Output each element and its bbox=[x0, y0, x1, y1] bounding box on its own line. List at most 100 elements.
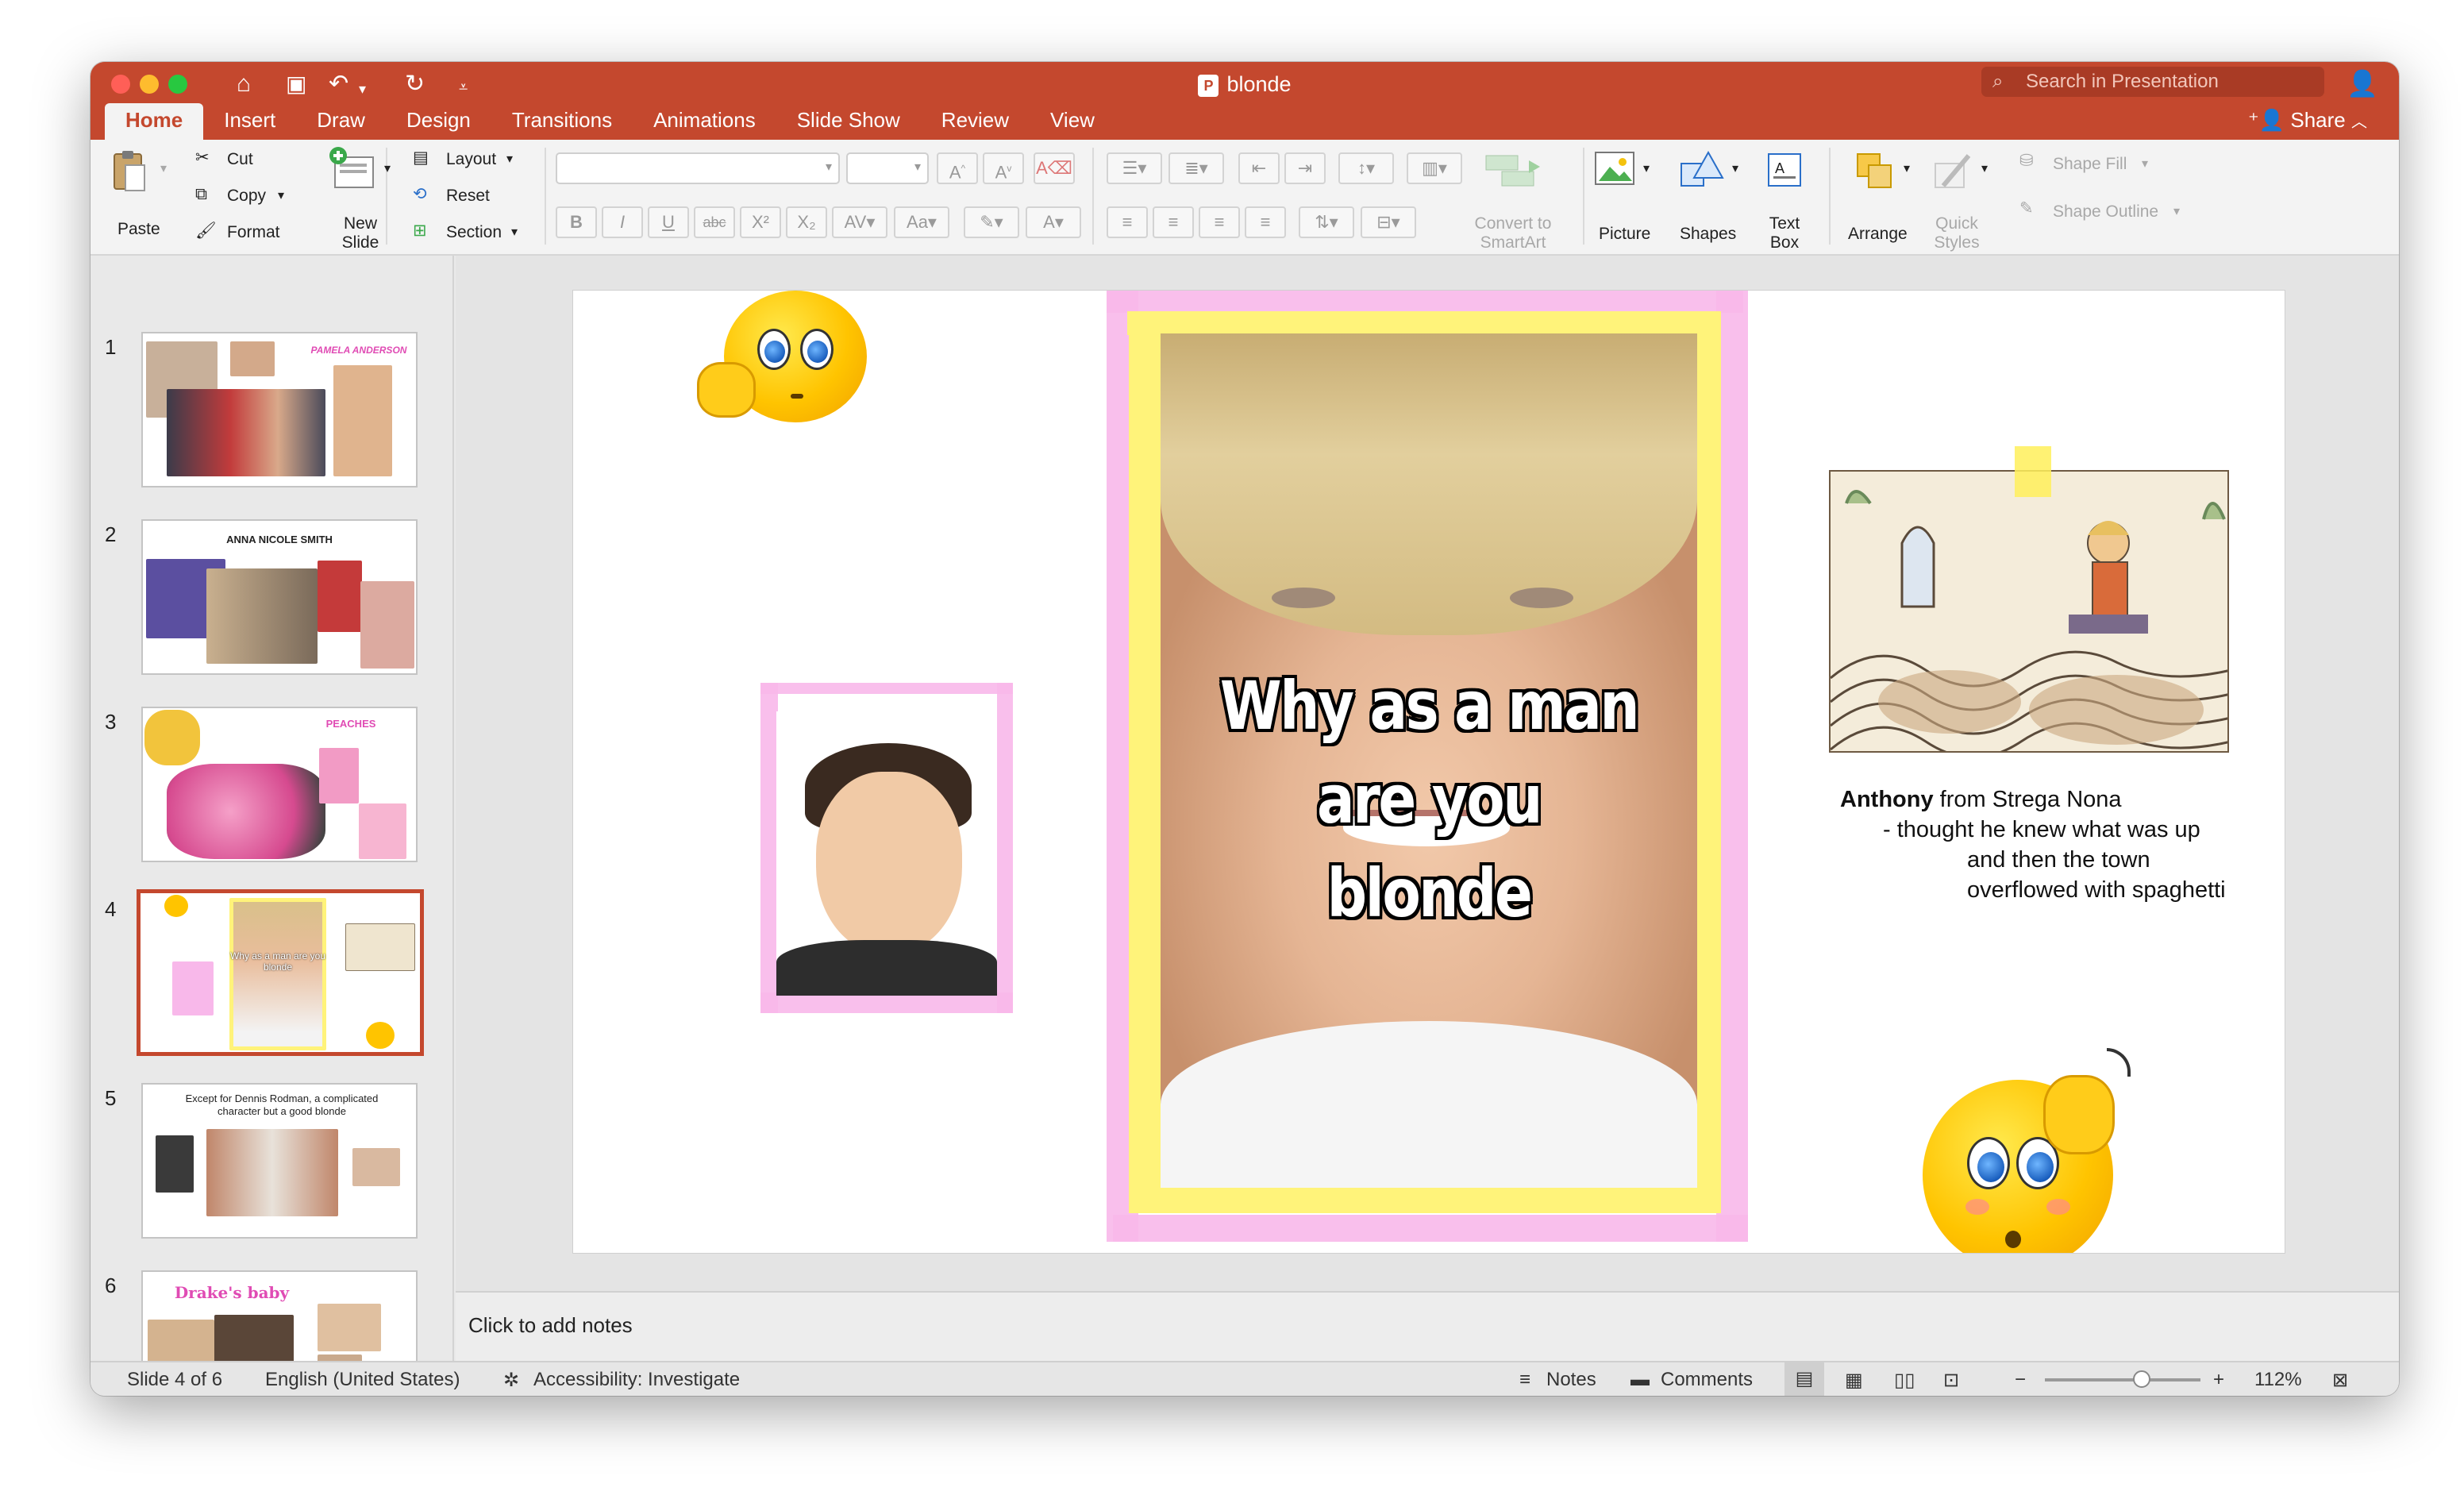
paste-dropdown-icon[interactable]: ▾ bbox=[160, 159, 167, 179]
language-status[interactable]: English (United States) bbox=[265, 1369, 460, 1391]
slide-editor[interactable]: Why as a man are you blonde Anthony from… bbox=[456, 256, 2399, 1291]
tab-view[interactable]: View bbox=[1030, 103, 1115, 140]
tab-design[interactable]: Design bbox=[386, 103, 491, 140]
text-box-button[interactable]: Text Box bbox=[1758, 214, 1811, 252]
font-size-field[interactable]: ▾ bbox=[846, 152, 929, 184]
numbering-button[interactable]: ≣▾ bbox=[1168, 152, 1224, 184]
slide-thumbnail-4[interactable]: Why as a man are you blonde bbox=[137, 889, 424, 1056]
bullets-button[interactable]: ☰▾ bbox=[1107, 152, 1162, 184]
notes-button[interactable]: Notes bbox=[1546, 1369, 1596, 1391]
strega-nona-illustration[interactable] bbox=[1829, 470, 2229, 753]
tab-review[interactable]: Review bbox=[921, 103, 1030, 140]
new-slide-icon[interactable] bbox=[327, 146, 379, 195]
bold-button[interactable]: B bbox=[556, 206, 597, 238]
normal-view-icon[interactable]: ▤ bbox=[1784, 1362, 1824, 1396]
accessibility-icon[interactable]: ✲ bbox=[503, 1369, 519, 1392]
shapes-button[interactable]: Shapes bbox=[1680, 224, 1736, 245]
font-name-field[interactable]: ▾ bbox=[556, 152, 840, 184]
collapse-ribbon-icon[interactable]: ︿ bbox=[2351, 114, 2367, 131]
columns-button[interactable]: ▥▾ bbox=[1407, 152, 1462, 184]
superscript-button[interactable]: X² bbox=[740, 206, 781, 238]
font-color-button[interactable]: A▾ bbox=[1026, 206, 1081, 238]
slide-show-icon[interactable]: ⊡ bbox=[1943, 1369, 1959, 1392]
section-button[interactable]: Section bbox=[446, 222, 502, 243]
zoom-slider[interactable] bbox=[2045, 1370, 2200, 1388]
picture-icon[interactable] bbox=[1594, 151, 1637, 191]
boy-photo[interactable] bbox=[776, 711, 997, 996]
decrease-font-size-button[interactable]: Av bbox=[983, 152, 1024, 184]
slide-thumbnail-5[interactable]: Except for Dennis Rodman, a complicated … bbox=[141, 1083, 418, 1239]
shape-outline-dropdown-icon[interactable]: ▾ bbox=[2173, 202, 2180, 222]
fit-to-window-icon[interactable]: ⊠ bbox=[2332, 1369, 2348, 1392]
arrange-dropdown-icon[interactable]: ▾ bbox=[1904, 159, 1910, 179]
change-case-button[interactable]: Aa▾ bbox=[894, 206, 949, 238]
section-dropdown-icon[interactable]: ▾ bbox=[511, 222, 518, 243]
zoom-in-icon[interactable]: + bbox=[2213, 1369, 2224, 1391]
align-text-button[interactable]: ⊟▾ bbox=[1361, 206, 1416, 238]
slide-thumbnail-2[interactable]: ANNA NICOLE SMITH bbox=[141, 519, 418, 675]
reset-button[interactable]: Reset bbox=[446, 186, 490, 206]
picture-dropdown-icon[interactable]: ▾ bbox=[1643, 159, 1650, 179]
section-icon[interactable]: ⊞ bbox=[413, 221, 427, 241]
reading-view-icon[interactable]: ▯▯ bbox=[1894, 1369, 1915, 1392]
increase-indent-button[interactable]: ⇥ bbox=[1284, 152, 1326, 184]
cut-button[interactable]: Cut bbox=[227, 149, 253, 170]
shape-fill-button[interactable]: Shape Fill bbox=[2053, 154, 2127, 175]
new-slide-dropdown-icon[interactable]: ▾ bbox=[384, 159, 391, 179]
picture-button[interactable]: Picture bbox=[1599, 224, 1650, 245]
arrange-icon[interactable] bbox=[1853, 149, 1897, 192]
tab-insert[interactable]: Insert bbox=[203, 103, 296, 140]
slide-thumbnail-3[interactable]: PEACHES bbox=[141, 707, 418, 862]
reset-icon[interactable]: ⟲ bbox=[413, 184, 427, 205]
convert-to-smartart-button[interactable]: Convert to SmartArt bbox=[1457, 214, 1569, 252]
italic-button[interactable]: I bbox=[602, 206, 643, 238]
shapes-dropdown-icon[interactable]: ▾ bbox=[1732, 159, 1738, 179]
align-center-button[interactable]: ≡ bbox=[1153, 206, 1194, 238]
copy-button[interactable]: Copy bbox=[227, 186, 266, 206]
subscript-button[interactable]: X₂ bbox=[786, 206, 827, 238]
slide-sorter-icon[interactable]: ▦ bbox=[1845, 1369, 1863, 1392]
slide-thumbnail-1[interactable]: PAMELA ANDERSON bbox=[141, 332, 418, 487]
slide-thumbnails-pane[interactable]: 1 PAMELA ANDERSON 2 ANNA NICOLE SMITH 3 … bbox=[90, 256, 454, 1361]
slide-thumbnail-6[interactable]: Drake's baby bbox=[141, 1270, 418, 1361]
slide-canvas[interactable]: Why as a man are you blonde Anthony from… bbox=[573, 291, 2285, 1253]
paste-icon[interactable] bbox=[110, 148, 148, 195]
format-painter-icon[interactable]: 🖌 bbox=[195, 221, 217, 241]
font-size-dropdown-icon[interactable]: ▾ bbox=[914, 159, 921, 175]
account-icon[interactable]: 👤 bbox=[2347, 68, 2378, 98]
search-in-presentation[interactable]: ⌕ Search in Presentation bbox=[1981, 67, 2324, 97]
paint-bucket-icon[interactable]: ⛁ bbox=[2019, 151, 2034, 171]
shapes-icon[interactable] bbox=[1678, 149, 1726, 192]
copy-dropdown-icon[interactable]: ▾ bbox=[278, 186, 284, 206]
layout-button[interactable]: Layout bbox=[446, 149, 496, 170]
strikethrough-button[interactable]: abc bbox=[694, 206, 735, 238]
pen-icon[interactable]: ✎ bbox=[2019, 198, 2034, 219]
share-button[interactable]: ⁺👤 Share ︿ bbox=[2248, 103, 2367, 139]
highlight-button[interactable]: ✎▾ bbox=[964, 206, 1019, 238]
layout-dropdown-icon[interactable]: ▾ bbox=[506, 149, 513, 170]
tab-home[interactable]: Home bbox=[105, 103, 204, 140]
blonde-man-photo[interactable]: Why as a man are you blonde bbox=[1161, 333, 1697, 1188]
text-box-icon[interactable]: A bbox=[1764, 149, 1805, 192]
clear-formatting-button[interactable]: A⌫ bbox=[1034, 152, 1075, 184]
align-left-button[interactable]: ≡ bbox=[1107, 206, 1148, 238]
smartart-icon[interactable] bbox=[1481, 152, 1553, 189]
arrange-button[interactable]: Arrange bbox=[1848, 224, 1908, 245]
line-spacing-button[interactable]: ↕▾ bbox=[1338, 152, 1394, 184]
copy-icon[interactable]: ⧉ bbox=[195, 184, 207, 205]
comments-button[interactable]: Comments bbox=[1661, 1369, 1753, 1391]
zoom-level[interactable]: 112% bbox=[2254, 1369, 2302, 1391]
notes-area[interactable]: Click to add notes bbox=[456, 1291, 2399, 1361]
comments-icon[interactable]: ▬ bbox=[1630, 1369, 1650, 1391]
font-name-dropdown-icon[interactable]: ▾ bbox=[826, 159, 832, 175]
quick-styles-button[interactable]: Quick Styles bbox=[1921, 214, 1992, 252]
align-right-button[interactable]: ≡ bbox=[1199, 206, 1240, 238]
meme-caption[interactable]: Why as a man are you blonde bbox=[1203, 659, 1654, 940]
format-painter-button[interactable]: Format bbox=[227, 222, 280, 243]
anthony-text-box[interactable]: Anthony from Strega Nona - thought he kn… bbox=[1840, 784, 2253, 905]
increase-font-size-button[interactable]: A^ bbox=[937, 152, 978, 184]
quick-styles-dropdown-icon[interactable]: ▾ bbox=[1981, 159, 1988, 179]
paste-label[interactable]: Paste bbox=[117, 219, 160, 240]
tab-animations[interactable]: Animations bbox=[633, 103, 776, 140]
quick-styles-icon[interactable] bbox=[1932, 149, 1977, 192]
